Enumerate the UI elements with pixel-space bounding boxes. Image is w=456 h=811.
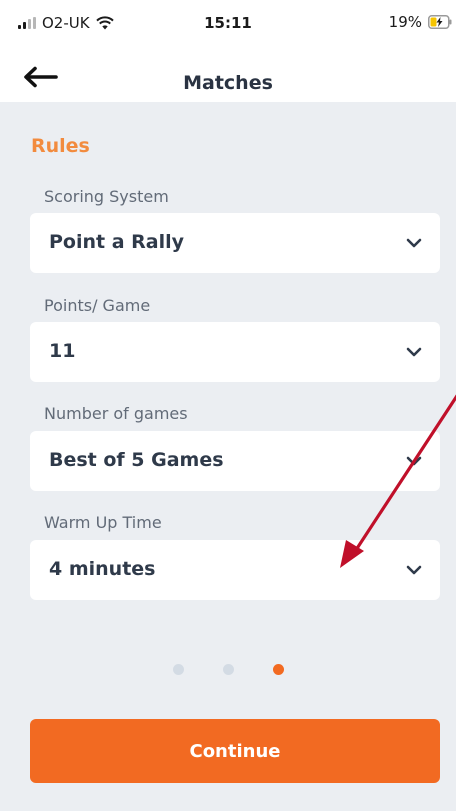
scoring-system-select[interactable]: Point a Rally bbox=[30, 213, 440, 273]
warm-up-time-select[interactable]: 4 minutes bbox=[30, 540, 440, 600]
points-per-game-label: Points/ Game bbox=[44, 296, 151, 315]
number-of-games-label: Number of games bbox=[44, 404, 188, 423]
warm-up-time-label: Warm Up Time bbox=[44, 513, 162, 532]
chevron-down-icon bbox=[406, 238, 422, 248]
continue-button[interactable]: Continue bbox=[30, 719, 440, 783]
chevron-down-icon bbox=[406, 347, 422, 357]
status-bar: O2-UK 15:11 19% bbox=[0, 0, 456, 50]
number-of-games-value: Best of 5 Games bbox=[49, 449, 224, 471]
page-dot-3-active[interactable] bbox=[272, 664, 284, 675]
status-time: 15:11 bbox=[204, 14, 252, 32]
page-indicator bbox=[0, 664, 456, 675]
rules-section-title: Rules bbox=[31, 135, 90, 157]
points-per-game-select[interactable]: 11 bbox=[30, 322, 440, 382]
app-header: Matches bbox=[0, 50, 456, 102]
battery-percent: 19% bbox=[388, 13, 422, 31]
battery-charging-icon bbox=[428, 15, 452, 29]
chevron-down-icon bbox=[406, 456, 422, 466]
page-title: Matches bbox=[183, 72, 273, 94]
scoring-system-value: Point a Rally bbox=[49, 231, 185, 253]
rules-form[interactable]: Rules Scoring System Point a Rally Point… bbox=[0, 102, 456, 632]
page-dot-2[interactable] bbox=[222, 664, 234, 675]
status-right: 19% bbox=[389, 13, 452, 31]
number-of-games-select[interactable]: Best of 5 Games bbox=[30, 431, 440, 491]
warm-up-time-value: 4 minutes bbox=[49, 558, 156, 580]
chevron-down-icon bbox=[406, 565, 422, 575]
scoring-system-label: Scoring System bbox=[44, 187, 169, 206]
page-dot-1[interactable] bbox=[172, 664, 184, 675]
points-per-game-value: 11 bbox=[49, 340, 76, 362]
